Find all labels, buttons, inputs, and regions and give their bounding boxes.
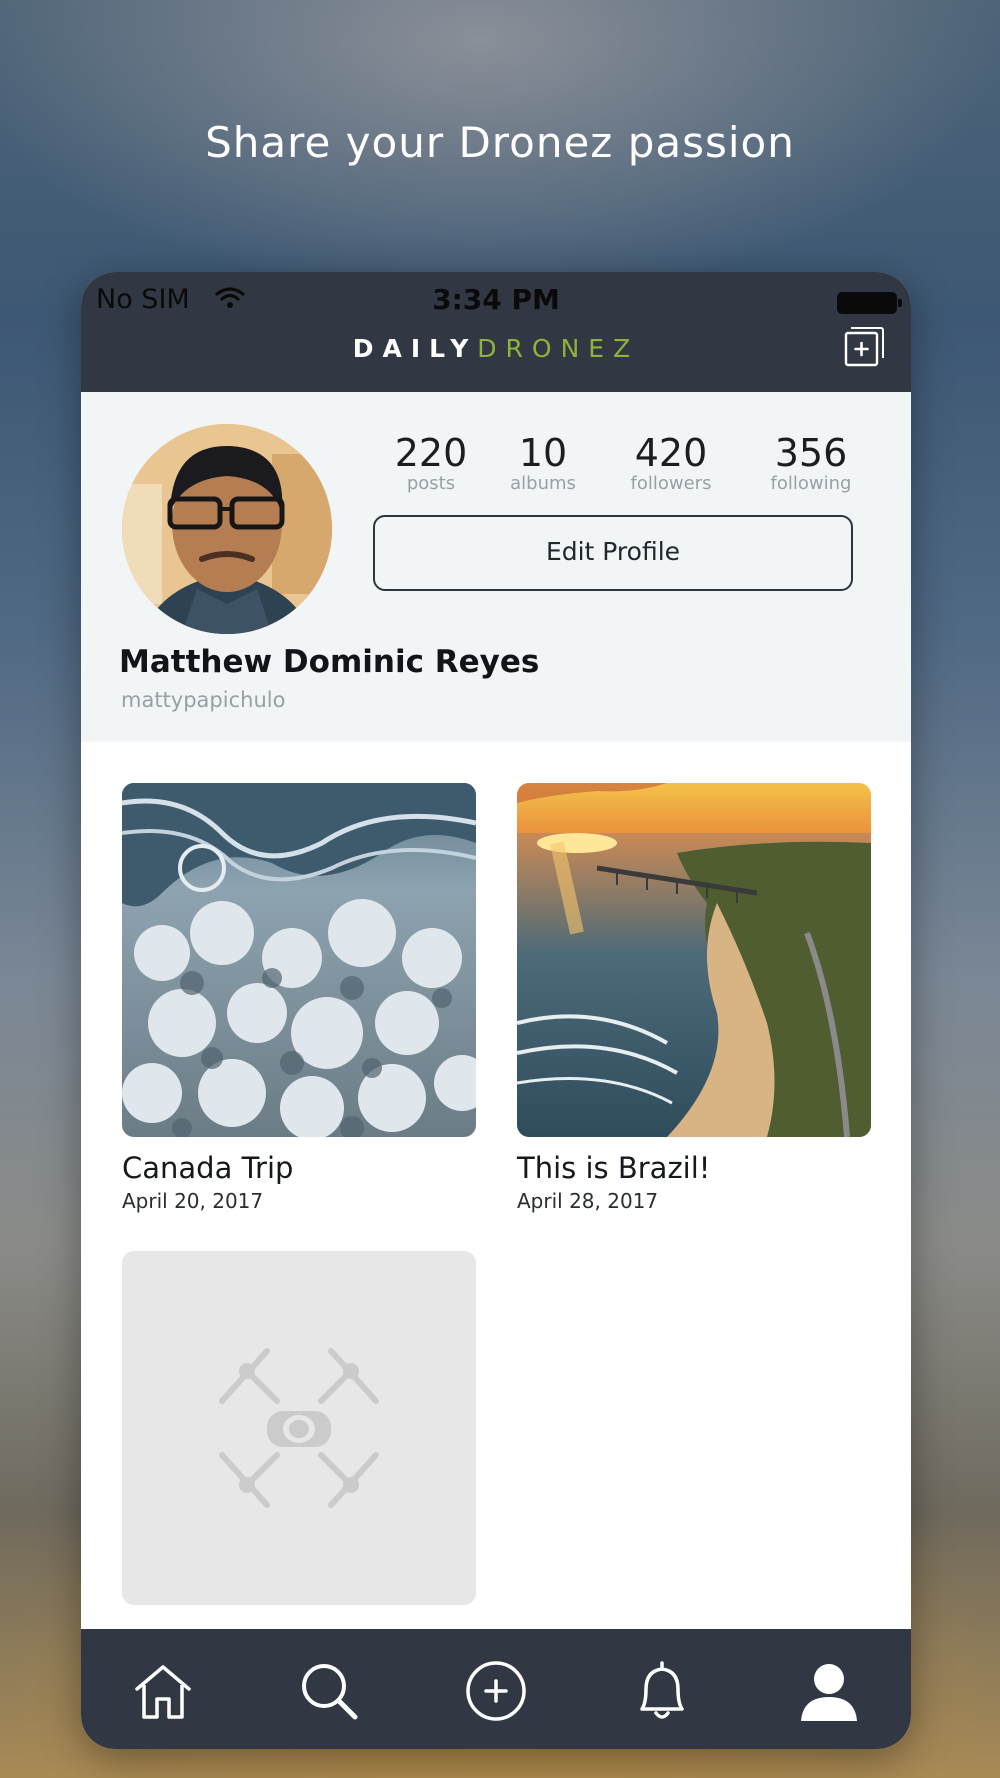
stat-followers[interactable]: 420 followers [611, 432, 731, 494]
logo-part-dronez: DRONEZ [477, 334, 640, 363]
album-card[interactable]: This is Brazil! April 28, 2017 [517, 783, 871, 1213]
new-album-icon[interactable] [843, 324, 887, 368]
status-bar: No SIM 3:34 PM [81, 280, 911, 320]
album-cover[interactable] [122, 783, 476, 1137]
stat-albums[interactable]: 10 albums [483, 432, 603, 494]
search-icon[interactable] [297, 1659, 361, 1723]
album-title: This is Brazil! [517, 1151, 711, 1185]
stat-label: following [770, 473, 852, 494]
phone-screen: No SIM 3:34 PM DAILYDRONEZ 220 posts 10 … [81, 272, 911, 1749]
app-logo: DAILYDRONEZ [81, 334, 911, 363]
album-date: April 28, 2017 [517, 1189, 659, 1213]
home-icon[interactable] [131, 1659, 195, 1723]
album-title: Canada Trip [122, 1151, 294, 1185]
stat-value: 420 [634, 431, 708, 475]
stat-posts[interactable]: 220 posts [371, 432, 491, 494]
stat-label: albums [510, 473, 576, 494]
album-card[interactable]: Canada Trip April 20, 2017 [122, 783, 476, 1213]
stat-label: posts [406, 473, 456, 494]
stat-value: 10 [518, 431, 568, 475]
bell-icon[interactable] [630, 1659, 694, 1723]
tab-bar [81, 1629, 911, 1749]
logo-part-daily: DAILY [352, 334, 478, 363]
profile-header: 220 posts 10 albums 420 followers 356 fo… [81, 392, 911, 742]
clock: 3:34 PM [432, 283, 560, 316]
stat-label: followers [630, 473, 712, 494]
drone-icon [219, 1348, 379, 1508]
empty-album-placeholder[interactable] [122, 1251, 476, 1605]
profile-username: mattypapichulo [121, 688, 286, 712]
album-cover[interactable] [517, 783, 871, 1137]
top-bar: No SIM 3:34 PM DAILYDRONEZ [81, 272, 911, 392]
album-date: April 20, 2017 [122, 1189, 264, 1213]
avatar[interactable] [122, 424, 332, 634]
add-circle-icon[interactable] [464, 1659, 528, 1723]
stat-value: 220 [394, 431, 468, 475]
edit-profile-button[interactable]: Edit Profile [373, 515, 853, 591]
battery-icon [837, 292, 902, 314]
tagline: Share your Dronez passion [205, 118, 795, 167]
stat-following[interactable]: 356 following [751, 432, 871, 494]
stat-value: 356 [774, 431, 848, 475]
profile-icon[interactable] [797, 1659, 861, 1723]
profile-stats: 220 posts 10 albums 420 followers 356 fo… [371, 432, 881, 502]
profile-full-name: Matthew Dominic Reyes [119, 644, 540, 680]
